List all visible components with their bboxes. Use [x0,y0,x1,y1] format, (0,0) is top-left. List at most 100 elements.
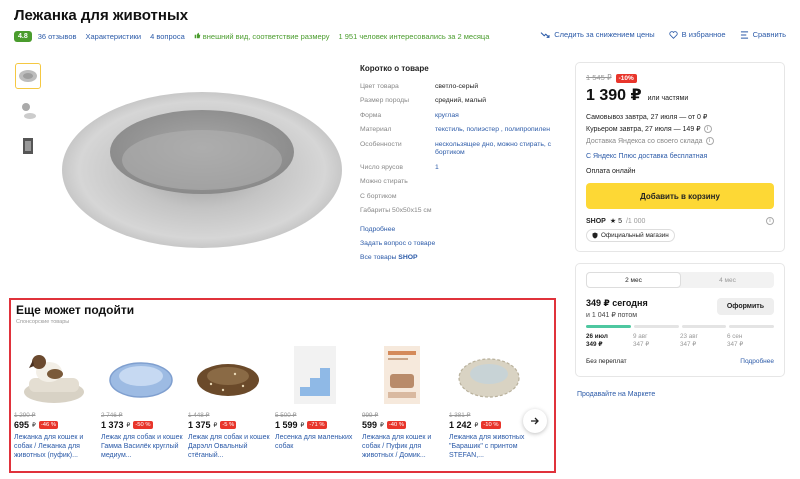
warehouse-info: Доставка Яндекса со своего склада i [586,137,774,145]
card-currency: ₽ [380,422,384,429]
spec-key: С бортиком [360,192,397,200]
card-discount: -40 % [386,421,407,429]
page-title: Лежанка для животных [14,7,189,24]
schedule-date: 6 сен [727,333,743,340]
specs-title: Коротко о товаре [360,64,429,73]
product-card-image[interactable] [101,340,181,410]
quality-badge-text: внешний вид, соответствие размеру [202,31,330,41]
questions-link[interactable]: 4 вопроса [150,32,185,41]
progress-segment [633,325,679,328]
all-goods-label: Все товары [360,253,397,261]
checkout-split-button[interactable]: Оформить [716,298,774,315]
spec-value-link[interactable]: нескользящее дно, можно стирать, с борти… [435,141,560,158]
split-today: 349 ₽ сегодня [586,298,648,308]
spec-value: средний, малый [435,97,486,105]
split-tabs: 2 мес 4 мес [586,272,774,288]
pickup-text: Самовывоз завтра, 27 июля — от 0 ₽ [586,114,708,121]
product-card[interactable]: 5 500 ₽ 1 599 ₽ -71 % Лесенка для маленьки… [275,340,362,461]
card-price: 1 375 [188,420,211,430]
favorites-button[interactable]: В избранное [669,30,726,39]
schedule-item: 23 авг 347 ₽ [680,333,727,349]
schedule-amount: 349 ₽ [586,341,603,349]
compare-button[interactable]: Сравнить [740,30,786,39]
no-overpay-label: Без переплат [586,358,627,366]
spec-row: Размер породы средний, малый [360,97,560,105]
product-card-image[interactable] [14,340,94,410]
card-currency: ₽ [213,422,218,429]
card-title[interactable]: Лежанка для животных "Барашик" с принтом… [449,433,536,461]
schedule-date: 9 авг [633,333,648,340]
card-price: 1 599 [275,420,298,430]
recommendation-cards: 1 290 ₽ 695 ₽ -46 % Лежанка для кошек и со… [14,340,536,461]
carousel-next-button[interactable] [523,409,547,433]
specs-more-link[interactable]: Подробнее [360,226,560,233]
card-old-price: 5 500 ₽ [275,412,297,419]
schedule-item: 9 авг 347 ₽ [633,333,680,349]
rating-badge[interactable]: 4.8 [14,30,32,42]
card-currency: ₽ [300,422,305,429]
sponsored-label: Спонсорские товары [16,319,70,325]
spec-row: Форма круглая [360,112,560,120]
tab-2-months[interactable]: 2 мес [586,272,681,288]
card-discount: -10 % [481,421,501,429]
gallery-thumbnails [15,63,43,168]
card-title[interactable]: Лежанка для кошек и собак / Пуфик для жи… [362,433,449,461]
progress-segment [586,325,631,328]
split-later: и 1 041 ₽ потом [586,312,638,319]
product-card-image[interactable] [188,340,268,410]
spec-value-link[interactable]: круглая [435,112,459,120]
product-card-image[interactable] [362,340,442,410]
split-progress [586,325,774,328]
product-card-image[interactable] [449,340,529,410]
product-card[interactable]: 1 381 ₽ 1 242 ₽ -10 % Лежанка для животных… [449,340,536,461]
discount-badge: -10% [615,74,637,83]
card-title[interactable]: Лесенка для маленьких собак [275,433,362,461]
schedule-date: 23 авг [680,333,698,340]
product-card[interactable]: 1 290 ₽ 695 ₽ -46 % Лежанка для кошек и со… [14,340,101,461]
spec-row: Можно стирать [360,178,560,186]
recommendations-title: Еще может подойти [16,303,135,317]
tab-4-months[interactable]: 4 мес [681,272,774,288]
spec-value-link[interactable]: текстиль, полиэстер , полипропилен [435,126,550,134]
schedule-amount: 347 ₽ [680,341,697,349]
card-currency: ₽ [474,422,479,429]
compare-label: Сравнить [752,30,786,39]
pickup-info: Самовывоз завтра, 27 июля — от 0 ₽ [586,113,774,121]
online-payment: Оплата онлайн [586,168,636,175]
card-title[interactable]: Лежанка для кошек и собак / Лежанка для … [14,433,101,461]
product-card[interactable]: 1 448 ₽ 1 375 ₽ -5 % Лежак для собак и кош… [188,340,275,461]
card-title[interactable]: Лежак для собак и кошек Гамма Василёк кр… [101,433,188,461]
info-icon[interactable]: i [705,137,714,145]
card-price: 1 373 [101,420,124,430]
ask-question-link[interactable]: Задать вопрос о товаре [360,240,560,247]
thumbnail-1[interactable] [15,63,41,89]
spec-row: Цвет товара светло-серый [360,83,560,91]
product-image[interactable] [52,60,352,260]
add-to-cart-button[interactable]: Добавить в корзину [586,183,774,209]
product-card-image[interactable] [275,340,355,410]
all-shop-goods-link[interactable]: Все товары SHOP [360,254,560,261]
spec-value-link[interactable]: 1 [435,164,439,172]
warehouse-text: Доставка Яндекса со своего склада [586,137,703,145]
arrow-right-icon [531,417,539,425]
plus-delivery-link[interactable]: С Яндекс Плюс доставка бесплатная [586,153,774,160]
split-more-link[interactable]: Подробнее [740,358,774,365]
heart-icon [669,30,678,39]
thumbnail-2[interactable] [15,98,41,124]
price-watch-button[interactable]: Следить за снижением цены [540,30,655,39]
card-title[interactable]: Лежак для собак и кошек Дарэлл Овальный … [188,433,275,461]
info-icon[interactable]: i [703,125,712,133]
product-card[interactable]: 2 746 ₽ 1 373 ₽ -50 % Лежак для собак и ко… [101,340,188,461]
info-icon[interactable]: i [766,217,774,225]
sell-on-market-link[interactable]: Продавайте на Маркете [577,391,655,398]
favorites-label: В избранное [681,30,726,39]
thumbnail-3[interactable] [15,133,41,159]
product-card[interactable]: 999 ₽ 599 ₽ -40 % Лежанка для кошек и соба… [362,340,449,461]
characteristics-link[interactable]: Характеристики [86,32,142,41]
reviews-link[interactable]: 36 отзывов [38,32,77,41]
shop-name[interactable]: SHOP [586,218,606,225]
official-store-badge[interactable]: Официальный магазин [586,229,675,242]
buy-box: 1 545 ₽ -10% 1 390 ₽ или частями Самовыво… [575,62,785,252]
spec-key: Размер породы [360,97,409,105]
card-old-price: 1 290 ₽ [14,412,36,419]
